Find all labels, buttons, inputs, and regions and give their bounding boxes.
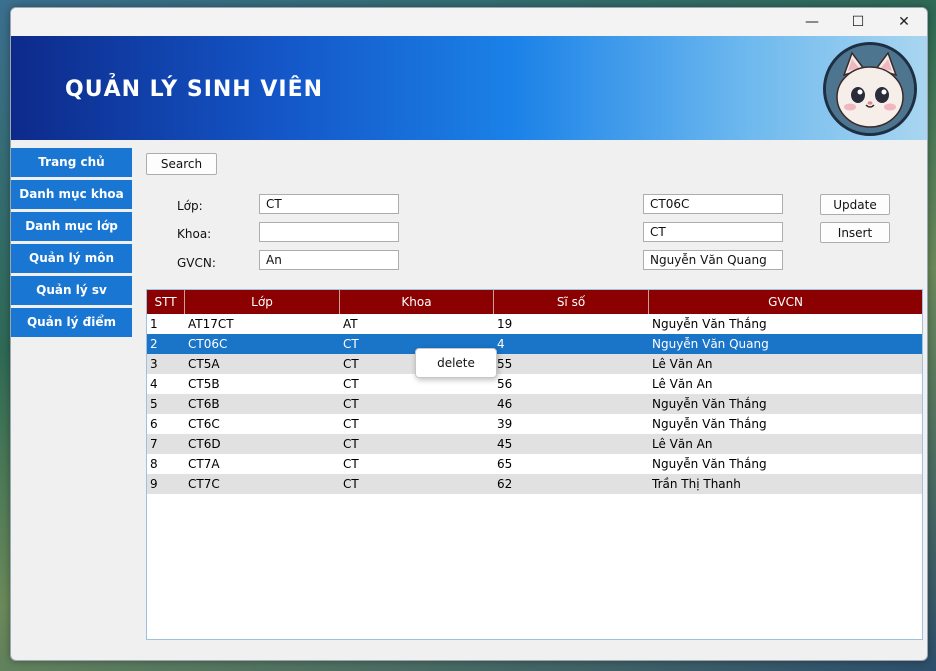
table-cell: 6: [150, 417, 158, 431]
search-button[interactable]: Search: [146, 153, 217, 175]
table-cell: CT6D: [188, 437, 221, 451]
table-cell: CT6B: [188, 397, 220, 411]
table-cell: Trần Thị Thanh: [652, 477, 741, 491]
detail-gvcn-input[interactable]: [643, 250, 783, 270]
avatar: [823, 42, 917, 136]
table-cell: Nguyễn Văn Thắng: [652, 457, 767, 471]
table-cell: CT7C: [188, 477, 220, 491]
table-cell: 9: [150, 477, 158, 491]
table-cell: 19: [497, 317, 513, 331]
context-menu-delete[interactable]: delete: [437, 356, 475, 370]
table-cell: CT: [343, 437, 359, 451]
khoa-label: Khoa:: [177, 227, 212, 241]
gvcn-input[interactable]: [259, 250, 399, 270]
table-cell: 3: [150, 357, 158, 371]
column-header-stt[interactable]: STT: [147, 290, 185, 314]
detail-khoa-input[interactable]: [643, 222, 783, 242]
table-cell: CT06C: [188, 337, 228, 351]
header-banner: QUẢN LÝ SINH VIÊN: [11, 36, 927, 140]
table-cell: 65: [497, 457, 513, 471]
column-header-gvcn[interactable]: GVCN: [649, 290, 922, 314]
table-cell: Nguyễn Văn Quang: [652, 337, 769, 351]
table-cell: CT: [343, 457, 359, 471]
table-cell: CT5B: [188, 377, 220, 391]
table-row[interactable]: 8 CT7A CT 65 Nguyễn Văn Thắng: [147, 454, 922, 474]
gvcn-label: GVCN:: [177, 256, 216, 270]
khoa-input[interactable]: [259, 222, 399, 242]
table-cell: 56: [497, 377, 513, 391]
sidebar: Trang chủ Danh mục khoa Danh mục lớp Quả…: [11, 148, 132, 340]
sidebar-item-danh-muc-lop[interactable]: Danh mục lớp: [11, 212, 132, 241]
column-header-lop[interactable]: Lớp: [185, 290, 340, 314]
table-cell: Nguyễn Văn Thắng: [652, 417, 767, 431]
class-table[interactable]: STT Lớp Khoa Sĩ số GVCN 1 AT17CT AT 19 N…: [146, 289, 923, 640]
update-button[interactable]: Update: [820, 194, 890, 215]
table-header: STT Lớp Khoa Sĩ số GVCN: [147, 290, 922, 314]
column-header-khoa[interactable]: Khoa: [340, 290, 494, 314]
cat-avatar-icon: [826, 45, 914, 133]
table-cell: Lê Văn An: [652, 437, 713, 451]
table-cell: 5: [150, 397, 158, 411]
close-icon: ✕: [898, 14, 910, 30]
table-cell: 4: [497, 337, 505, 351]
table-row[interactable]: 4 CT5B CT 56 Lê Văn An: [147, 374, 922, 394]
minimize-icon: —: [805, 14, 819, 30]
close-button[interactable]: ✕: [881, 8, 927, 36]
sidebar-item-danh-muc-khoa[interactable]: Danh mục khoa: [11, 180, 132, 209]
insert-button[interactable]: Insert: [820, 222, 890, 243]
sidebar-item-trang-chu[interactable]: Trang chủ: [11, 148, 132, 177]
table-cell: 39: [497, 417, 513, 431]
table-cell: CT: [343, 397, 359, 411]
table-cell: 2: [150, 337, 158, 351]
context-menu: delete: [415, 348, 497, 378]
sidebar-item-quan-ly-diem[interactable]: Quản lý điểm: [11, 308, 132, 337]
minimize-button[interactable]: —: [789, 8, 835, 36]
app-title: QUẢN LÝ SINH VIÊN: [65, 77, 324, 102]
table-cell: Lê Văn An: [652, 357, 713, 371]
table-cell: 1: [150, 317, 158, 331]
table-cell: Lê Văn An: [652, 377, 713, 391]
detail-lop-input[interactable]: [643, 194, 783, 214]
table-row[interactable]: 3 CT5A CT 55 Lê Văn An: [147, 354, 922, 374]
table-cell: AT17CT: [188, 317, 234, 331]
table-cell: 7: [150, 437, 158, 451]
title-bar: — ☐ ✕: [11, 8, 927, 36]
table-cell: AT: [343, 317, 358, 331]
table-cell: CT: [343, 477, 359, 491]
table-row-selected[interactable]: 2 CT06C CT 4 Nguyễn Văn Quang: [147, 334, 922, 354]
lop-label: Lớp:: [177, 199, 203, 213]
sidebar-item-quan-ly-mon[interactable]: Quản lý môn: [11, 244, 132, 273]
table-row[interactable]: 7 CT6D CT 45 Lê Văn An: [147, 434, 922, 454]
maximize-button[interactable]: ☐: [835, 8, 881, 36]
table-cell: 8: [150, 457, 158, 471]
table-cell: CT6C: [188, 417, 220, 431]
table-row[interactable]: 6 CT6C CT 39 Nguyễn Văn Thắng: [147, 414, 922, 434]
table-cell: 45: [497, 437, 513, 451]
table-cell: 46: [497, 397, 513, 411]
table-cell: Nguyễn Văn Thắng: [652, 317, 767, 331]
column-header-si-so[interactable]: Sĩ số: [494, 290, 649, 314]
sidebar-item-quan-ly-sv[interactable]: Quản lý sv: [11, 276, 132, 305]
table-cell: 62: [497, 477, 513, 491]
table-cell: CT5A: [188, 357, 220, 371]
table-cell: 55: [497, 357, 513, 371]
maximize-icon: ☐: [851, 14, 865, 30]
table-row[interactable]: 5 CT6B CT 46 Nguyễn Văn Thắng: [147, 394, 922, 414]
table-cell: Nguyễn Văn Thắng: [652, 397, 767, 411]
table-cell: CT: [343, 417, 359, 431]
app-window: — ☐ ✕ QUẢN LÝ SINH VIÊN Trang chủ Danh m…: [10, 7, 928, 661]
lop-input[interactable]: [259, 194, 399, 214]
table-row[interactable]: 1 AT17CT AT 19 Nguyễn Văn Thắng: [147, 314, 922, 334]
table-cell: 4: [150, 377, 158, 391]
table-cell: CT7A: [188, 457, 220, 471]
table-row[interactable]: 9 CT7C CT 62 Trần Thị Thanh: [147, 474, 922, 494]
